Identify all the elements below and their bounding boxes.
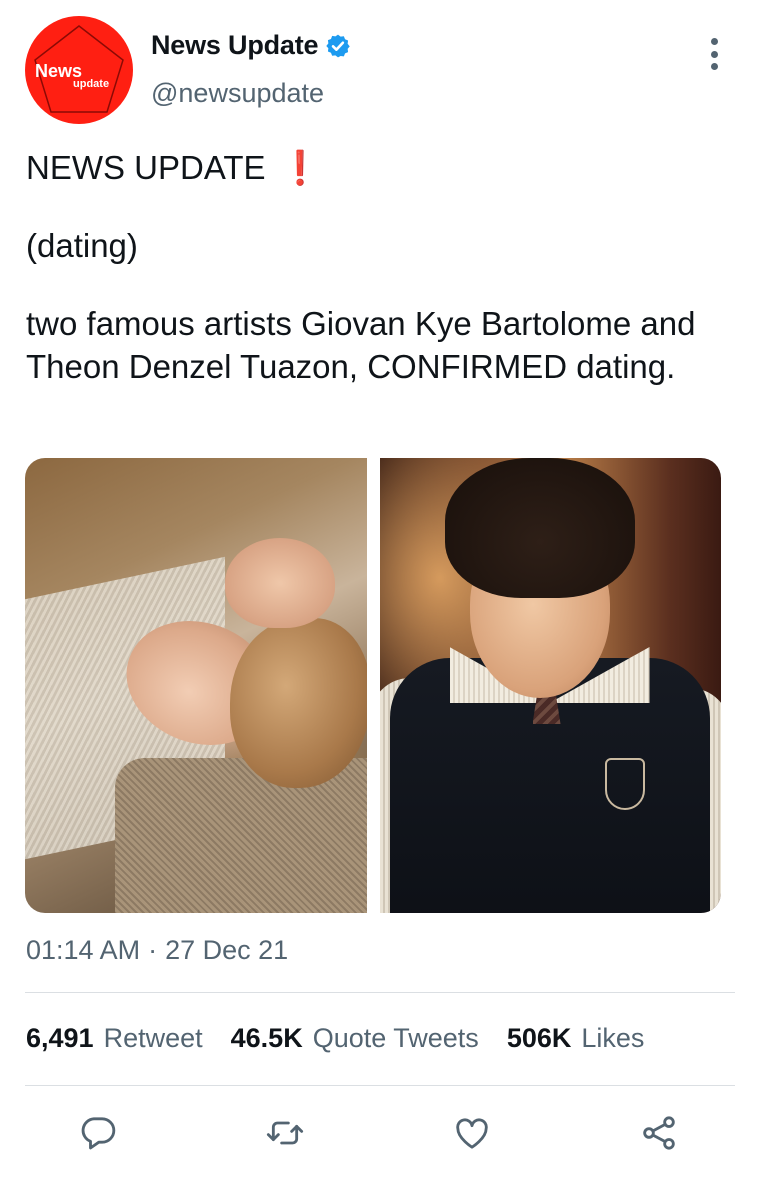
timestamp-separator: · [148,935,158,965]
tweet-headline: NEWS UPDATE ❗ [26,146,741,189]
tweet-tag-line: (dating) [26,227,138,264]
display-name[interactable]: News Update [151,30,319,61]
like-button[interactable] [447,1108,497,1158]
retweet-icon [266,1121,304,1145]
quotes-stat[interactable]: 46.5K Quote Tweets [231,1023,479,1054]
retweets-stat[interactable]: 6,491 Retweet [26,1023,203,1054]
verified-badge-icon [326,34,351,57]
avatar-logo-subtext: update [73,78,110,90]
exclamation-emoji: ❗ [279,149,321,186]
more-dot [710,63,718,70]
tweet-time: 01:14 AM [26,935,141,965]
retweet-button[interactable] [260,1108,310,1158]
share-icon [643,1116,675,1150]
more-dot [710,38,718,45]
likes-stat[interactable]: 506K Likes [507,1023,645,1054]
retweets-count: 6,491 [26,1023,94,1053]
author-name-row[interactable]: News Update [151,30,351,61]
more-options-icon[interactable] [700,34,728,74]
tweet-date: 27 Dec 21 [165,935,289,965]
quotes-label: Quote Tweets [312,1023,479,1053]
tweet-headline-text: NEWS UPDATE [26,149,266,186]
handle[interactable]: @newsupdate [151,78,324,109]
tweet-timestamp[interactable]: 01:14 AM · 27 Dec 21 [26,935,288,966]
like-icon [456,1118,488,1149]
tweet: News update News Update @newsupdate NEWS… [0,0,759,1200]
media-photo-1[interactable] [25,458,367,913]
more-dot [710,50,718,58]
quotes-count: 46.5K [230,1023,303,1053]
divider [25,992,735,993]
photo-coat [115,758,367,913]
divider [25,1085,735,1086]
likes-count: 506K [506,1023,572,1053]
photo-hand [225,538,335,628]
retweets-label: Retweet [103,1023,203,1053]
share-button[interactable] [634,1108,684,1158]
media-photo-2[interactable] [379,458,721,913]
reply-button[interactable] [73,1108,123,1158]
tweet-body: two famous artists Giovan Kye Bartolome … [26,305,696,385]
photo-crest [604,758,645,810]
action-bar [0,1108,759,1164]
avatar[interactable]: News update [25,16,133,124]
photo-hair [444,458,635,598]
engagement-stats: 6,491 Retweet 46.5K Quote Tweets 506K Li… [26,1023,672,1054]
likes-label: Likes [581,1023,645,1053]
photo-hair [230,618,367,788]
media-grid [25,458,721,913]
reply-icon [81,1117,116,1150]
